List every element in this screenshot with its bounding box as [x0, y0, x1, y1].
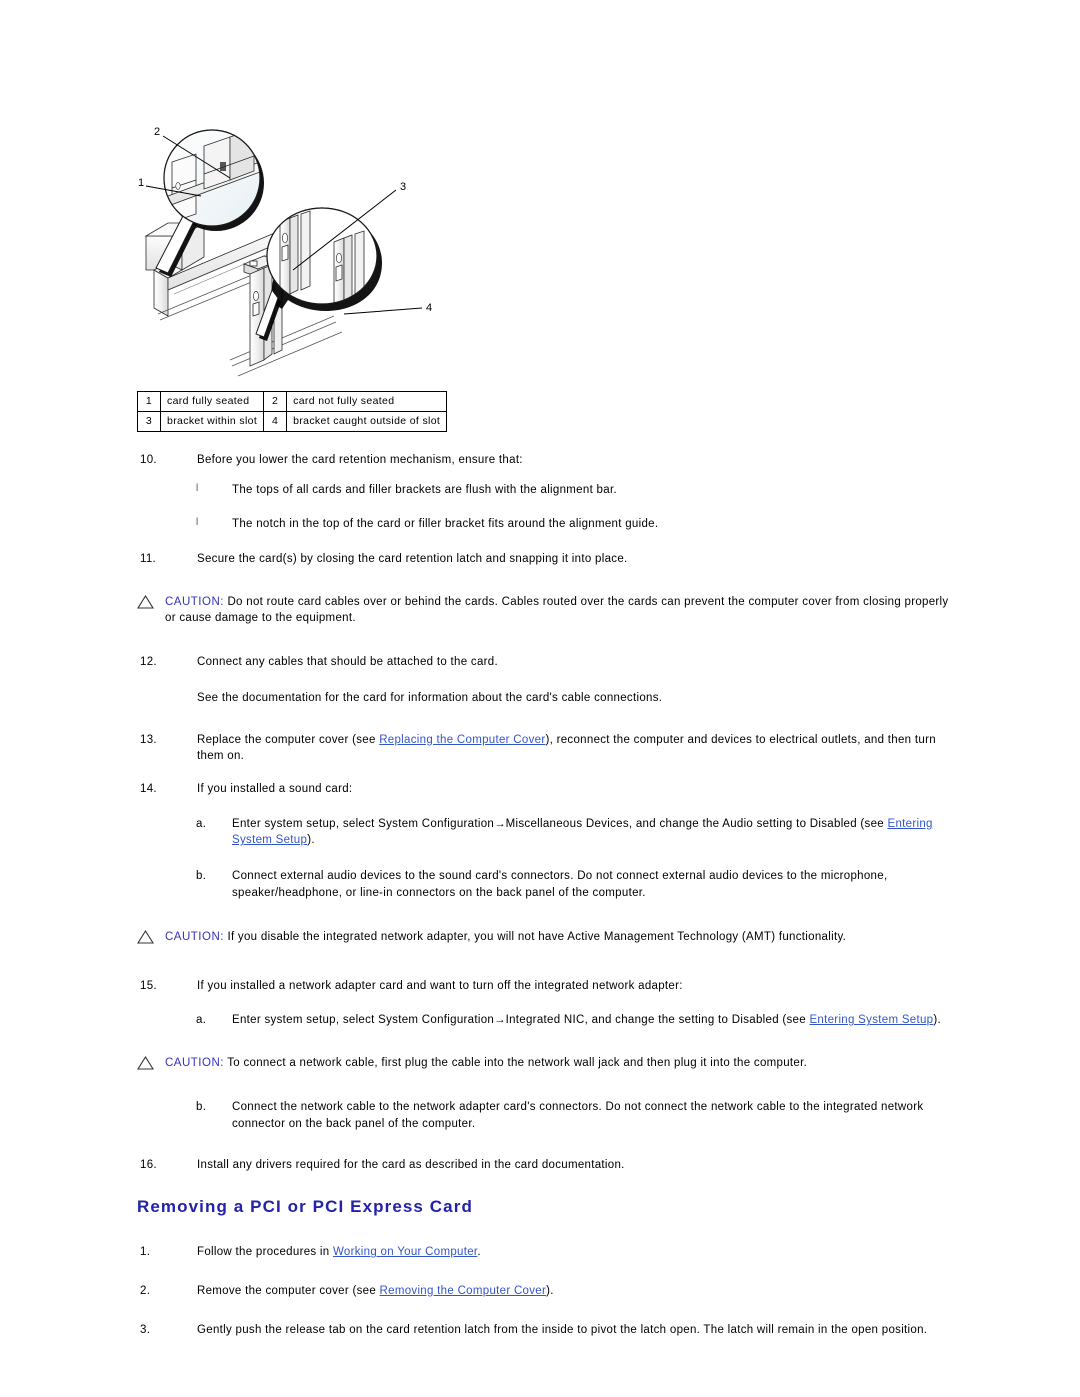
caution-label: CAUTION: — [165, 1057, 224, 1070]
step-marker: 10. — [140, 454, 157, 466]
legend-label: card not fully seated — [286, 390, 448, 413]
step-marker: 12. — [140, 656, 157, 669]
caution-text: Do not route card cables over or behind … — [165, 595, 949, 625]
step-15a: a. Enter system setup, select System Con… — [0, 1012, 1080, 1029]
caution-amt-functionality: CAUTION: If you disable the integrated n… — [0, 929, 1080, 945]
step-marker: 13. — [140, 733, 157, 746]
step-text: Install any drivers required for the car… — [197, 1158, 625, 1171]
step-15b: b. Connect the network cable to the netw… — [0, 1099, 1080, 1132]
document-page: 2 1 3 4 1 card fully seated 2 card not f… — [0, 0, 1080, 1397]
arrow-glyph-icon: → — [494, 1014, 506, 1027]
figure-legend-table: 1 card fully seated 2 card not fully sea… — [137, 390, 448, 433]
caution-text: If you disable the integrated network ad… — [223, 931, 847, 944]
step-marker: 11. — [140, 553, 157, 566]
caution-network-cable: CAUTION: To connect a network cable, fir… — [0, 1055, 1080, 1071]
step-text-before: Remove the computer cover (see — [197, 1285, 380, 1298]
substep-marker: a. — [196, 1014, 207, 1027]
step-14b: b. Connect external audio devices to the… — [0, 868, 1080, 901]
step-10-bullet-2: l The notch in the top of the card or fi… — [0, 516, 1080, 533]
link-removing-the-computer-cover[interactable]: Removing the Computer Cover — [380, 1285, 547, 1297]
step-13: 13. Replace the computer cover (see Repl… — [0, 732, 1080, 765]
substep-text-mid: Miscellaneous Devices, and change the Au… — [505, 817, 888, 830]
link-replacing-the-computer-cover[interactable]: Replacing the Computer Cover — [379, 734, 545, 746]
substep-marker: b. — [196, 870, 207, 883]
substep-text-after: ). — [933, 1014, 941, 1027]
table-row: 3 bracket within slot 4 bracket caught o… — [137, 411, 448, 433]
warning-triangle-icon — [137, 594, 154, 609]
legend-label: bracket caught outside of slot — [286, 411, 448, 433]
warning-triangle-icon — [137, 930, 154, 944]
bullet-text: The notch in the top of the card or fill… — [232, 518, 659, 531]
callout-number-3: 3 — [400, 181, 406, 193]
table-row: 1 card fully seated 2 card not fully sea… — [137, 390, 448, 413]
legend-number: 3 — [137, 411, 161, 433]
procedure-content: 10. Before you lower the card retention … — [0, 452, 1080, 1358]
step-text-after: ). — [546, 1285, 554, 1298]
step-11: 11. Secure the card(s) by closing the ca… — [0, 551, 1080, 568]
step-text: Connect any cables that should be attach… — [197, 656, 498, 669]
substep-marker: b. — [196, 1101, 207, 1114]
step-text: If you installed a network adapter card … — [197, 979, 683, 992]
legend-label: bracket within slot — [159, 411, 265, 433]
step-14: 14. If you installed a sound card: — [0, 781, 1080, 798]
step-text: Secure the card(s) by closing the card r… — [197, 553, 628, 566]
step-text-before: Replace the computer cover (see — [197, 733, 380, 746]
step-marker: 16. — [140, 1158, 157, 1171]
step-10-bullet-1: l The tops of all cards and filler brack… — [0, 482, 1080, 499]
removal-step-3: 3. Gently push the release tab on the ca… — [0, 1322, 1080, 1339]
caution-label: CAUTION: — [165, 595, 224, 608]
warning-triangle-icon — [137, 1056, 154, 1070]
caution-label: CAUTION: — [165, 931, 224, 944]
bullet-glyph-icon: l — [196, 482, 199, 494]
step-14a: a. Enter system setup, select System Con… — [0, 816, 1080, 849]
legend-label: card fully seated — [159, 390, 265, 413]
callout-number-4: 4 — [426, 302, 432, 314]
step-marker: 3. — [140, 1323, 151, 1336]
caution-text: To connect a network cable, first plug t… — [223, 1057, 808, 1070]
substep-text: Connect the network cable to the network… — [232, 1101, 924, 1131]
substep-text-before: Enter system setup, select System Config… — [232, 1014, 495, 1027]
substep-marker: a. — [196, 817, 207, 830]
legend-number: 1 — [137, 390, 161, 413]
step-marker: 1. — [140, 1246, 151, 1259]
callout-number-1: 1 — [138, 177, 144, 189]
bullet-text: The tops of all cards and filler bracket… — [232, 483, 617, 496]
step-12: 12. Connect any cables that should be at… — [0, 654, 1080, 671]
legend-number: 2 — [263, 390, 288, 413]
link-working-on-your-computer[interactable]: Working on Your Computer — [333, 1246, 477, 1258]
step-marker: 14. — [140, 783, 157, 796]
step-text: If you installed a sound card: — [197, 783, 353, 796]
step-marker: 15. — [140, 979, 157, 992]
card-seating-illustration: 2 1 3 4 — [138, 118, 458, 386]
link-entering-system-setup[interactable]: Entering System Setup — [809, 1014, 933, 1026]
substep-text-before: Enter system setup, select System Config… — [232, 817, 495, 830]
arrow-glyph-icon: → — [494, 817, 506, 830]
step-12-note: See the documentation for the card for i… — [197, 692, 663, 705]
step-16: 16. Install any drivers required for the… — [0, 1157, 1080, 1174]
step-text: Before you lower the card retention mech… — [197, 454, 523, 466]
caution-card-cables: CAUTION: Do not route card cables over o… — [0, 594, 1080, 627]
step-marker: 2. — [140, 1285, 151, 1298]
legend-number: 4 — [263, 411, 288, 433]
step-15: 15. If you installed a network adapter c… — [0, 978, 1080, 995]
step-text-before: Follow the procedures in — [197, 1246, 333, 1259]
page-title: Removing a PCI or PCI Express Card — [137, 1197, 473, 1217]
substep-text-mid: Integrated NIC, and change the setting t… — [505, 1014, 810, 1027]
step-text-after: . — [477, 1246, 481, 1259]
substep-text: Connect external audio devices to the so… — [232, 870, 888, 899]
substep-text-after: ). — [307, 834, 315, 847]
step-10: 10. Before you lower the card retention … — [0, 452, 1080, 469]
callout-number-2: 2 — [154, 126, 160, 138]
removal-step-2: 2. Remove the computer cover (see Removi… — [0, 1283, 1080, 1300]
step-text: Gently push the release tab on the card … — [197, 1323, 928, 1336]
bullet-glyph-icon: l — [196, 517, 199, 529]
removal-step-1: 1. Follow the procedures in Working on Y… — [0, 1244, 1080, 1261]
